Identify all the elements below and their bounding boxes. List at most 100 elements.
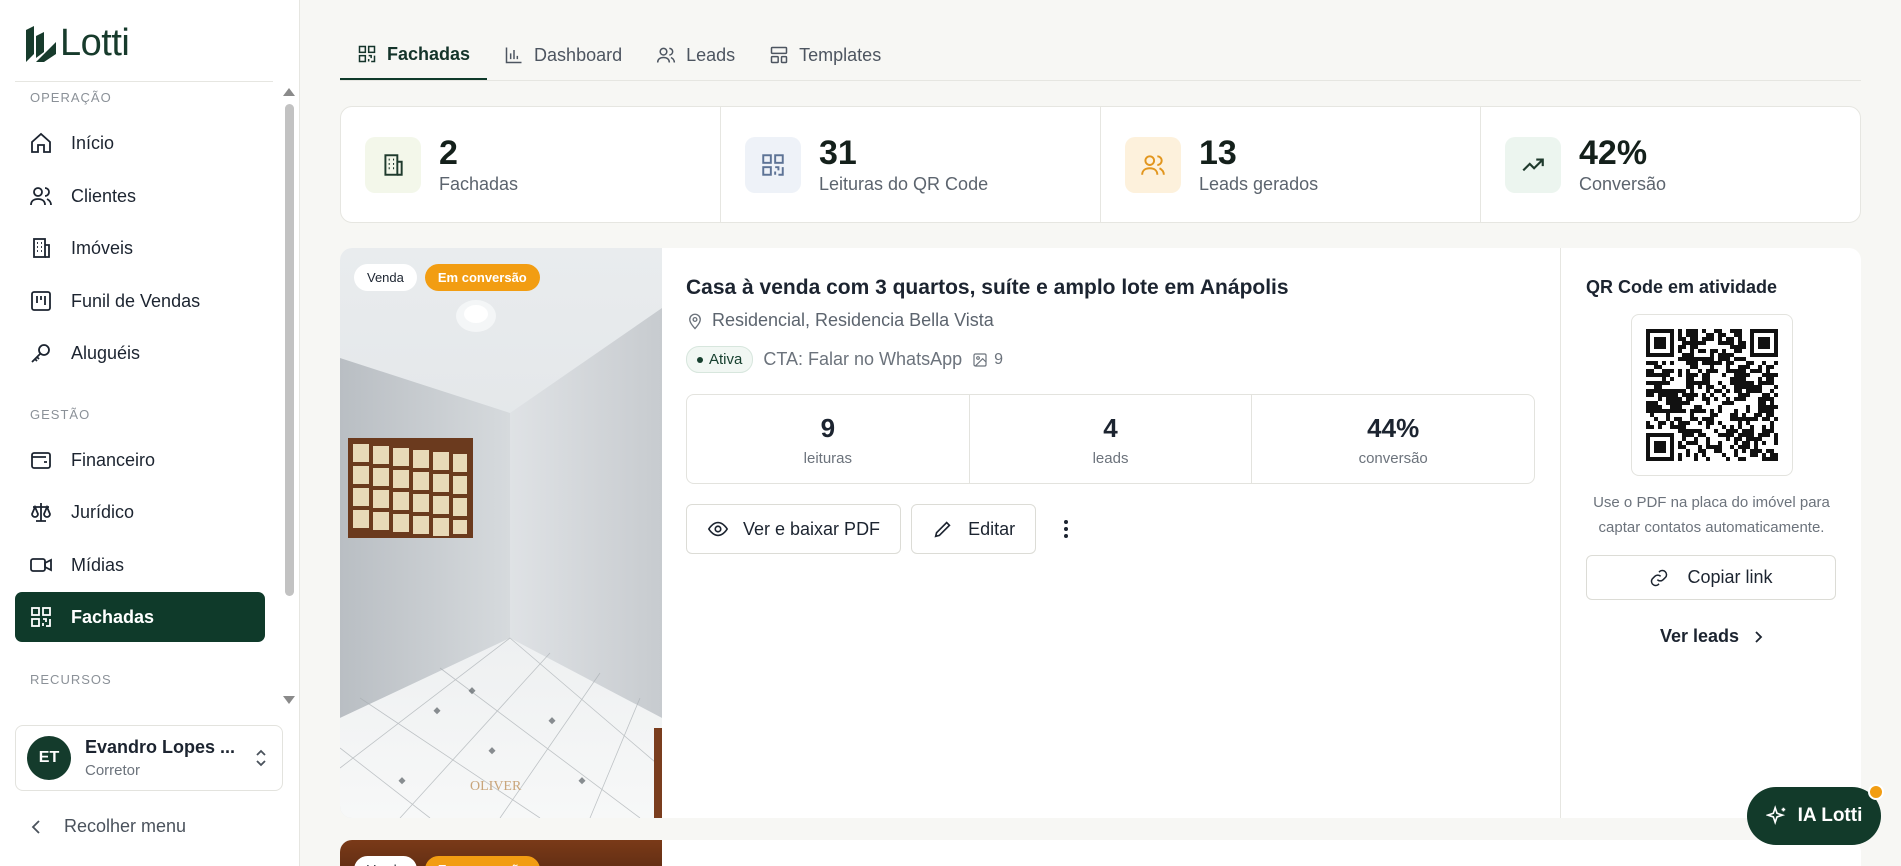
sidebar-item-alugueis[interactable]: Aluguéis xyxy=(15,328,265,378)
link-icon xyxy=(1651,569,1668,586)
tab-leads[interactable]: Leads xyxy=(639,30,752,80)
qr-icon xyxy=(31,607,51,627)
metric-label: leituras xyxy=(803,450,853,467)
badge-venda: Venda xyxy=(354,856,417,866)
property-photo[interactable]: OLIVER Venda Em conversão xyxy=(340,248,662,818)
sidebar-item-label: Aluguéis xyxy=(71,342,141,363)
user-menu[interactable]: ET Evandro Lopes ... Corretor xyxy=(15,725,283,791)
logo[interactable]: Lotti xyxy=(24,22,130,65)
logo-text: Lotti xyxy=(60,22,130,64)
listing-title[interactable]: Casa à venda com 3 quartos, suíte e ampl… xyxy=(686,276,1289,300)
collapse-menu-button[interactable]: Recolher menu xyxy=(30,816,186,837)
section-title-gestao: GESTÃO xyxy=(30,407,91,422)
tab-label: Templates xyxy=(799,44,882,65)
qr-help-text: Use o PDF na placa do imóvel para captar… xyxy=(1593,494,1830,536)
listing-actions: Ver e baixar PDF Editar xyxy=(686,504,1086,554)
stat-icon-box xyxy=(1125,136,1181,193)
avatar: ET xyxy=(27,736,71,780)
stats-bar: 2 Fachadas 31 Leituras do QR Code 13 Lea… xyxy=(340,106,1861,223)
tab-templates[interactable]: Templates xyxy=(752,30,898,80)
stat-label: Leituras do QR Code xyxy=(819,174,989,194)
listing-cta: CTA: Falar no WhatsApp xyxy=(763,349,963,369)
photo-watermark: OLIVER xyxy=(470,779,522,794)
metric-value: 44% xyxy=(1367,413,1420,443)
layout-icon xyxy=(770,46,788,64)
more-options-button[interactable] xyxy=(1046,504,1086,554)
see-leads-link[interactable]: Ver leads xyxy=(1561,626,1861,647)
sidebar-item-clientes[interactable]: Clientes xyxy=(15,171,265,221)
metric-conversao: 44% conversão xyxy=(1252,395,1534,483)
building-icon xyxy=(384,153,403,176)
stat-value: 31 xyxy=(819,134,857,172)
sidebar-item-label: Mídias xyxy=(71,554,125,575)
listing-location-text: Residencial, Residencia Bella Vista xyxy=(712,310,994,330)
property-photo-image: OLIVER xyxy=(340,248,662,818)
tab-label: Fachadas xyxy=(387,43,471,64)
tab-label: Dashboard xyxy=(534,44,623,65)
metric-label: conversão xyxy=(1358,450,1428,467)
sidebar-item-label: Financeiro xyxy=(71,449,156,470)
tab-dashboard[interactable]: Dashboard xyxy=(487,30,639,80)
scroll-down-arrow-icon[interactable] xyxy=(283,696,295,704)
sparkles-icon xyxy=(1765,805,1785,826)
logo-mark-icon xyxy=(26,25,56,62)
sidebar-item-financeiro[interactable]: Financeiro xyxy=(15,435,265,485)
pencil-icon xyxy=(934,521,951,538)
sidebar-item-inicio[interactable]: Início xyxy=(15,118,265,168)
scroll-thumb[interactable] xyxy=(285,104,294,596)
photo-count: 9 xyxy=(972,351,1003,369)
qr-title: QR Code em atividade xyxy=(1586,277,1778,297)
home-icon xyxy=(31,132,51,153)
sidebar-item-funil-de-vendas[interactable]: Funil de Vendas xyxy=(15,276,265,326)
view-pdf-label: Ver e baixar PDF xyxy=(743,518,881,539)
metric-leads: 4 leads xyxy=(970,395,1253,483)
facade-card: Venda Em conversão xyxy=(340,840,1861,866)
sidebar-item-midias[interactable]: Mídias xyxy=(15,540,265,590)
badge-venda: Venda xyxy=(354,264,417,291)
view-pdf-button[interactable]: Ver e baixar PDF xyxy=(686,504,902,554)
edit-button[interactable]: Editar xyxy=(911,504,1037,554)
sidebar-item-imoveis[interactable]: Imóveis xyxy=(15,223,265,273)
listing-badges: Venda Em conversão xyxy=(354,856,540,866)
qr-code-image xyxy=(1646,329,1778,461)
scroll-up-arrow-icon[interactable] xyxy=(283,88,295,96)
metric-value: 4 xyxy=(1103,413,1118,443)
sidebar-item-fachadas[interactable]: Fachadas xyxy=(15,592,265,642)
stat-value: 42% xyxy=(1579,134,1648,172)
stat-value: 2 xyxy=(439,134,458,172)
qr-code[interactable] xyxy=(1631,314,1793,476)
stat-value: 13 xyxy=(1199,134,1237,172)
qr-panel: QR Code em atividade Use o PDF na placa … xyxy=(1560,248,1861,818)
stat-icon-box xyxy=(365,136,421,193)
users-icon xyxy=(30,187,52,206)
qr-icon xyxy=(358,45,376,63)
sidebar-item-label: Fachadas xyxy=(71,606,155,627)
ia-assistant-button[interactable]: IA Lotti xyxy=(1747,787,1881,845)
stat-icon-box xyxy=(1505,136,1561,193)
ia-assistant-label: IA Lotti xyxy=(1797,805,1863,826)
notification-dot xyxy=(1868,784,1884,800)
sidebar-item-juridico[interactable]: Jurídico xyxy=(15,487,265,537)
sidebar-item-label: Clientes xyxy=(71,185,137,206)
chevron-left-icon xyxy=(31,819,40,834)
stat-fachadas: 2 Fachadas xyxy=(341,107,721,222)
divider xyxy=(340,80,1861,81)
trending-up-icon xyxy=(1522,158,1544,171)
property-photo[interactable]: Venda Em conversão xyxy=(340,840,662,866)
status-dot-icon xyxy=(697,356,703,363)
kanban-icon xyxy=(31,291,51,311)
more-vertical-icon xyxy=(1064,520,1069,538)
scale-icon xyxy=(31,503,51,522)
sidebar: Lotti OPERAÇÃO Início Clientes Imóveis F… xyxy=(0,0,300,866)
status-badge: Ativa xyxy=(686,346,754,373)
sidebar-scrollbar[interactable] xyxy=(282,84,295,704)
stat-leituras: 31 Leituras do QR Code xyxy=(721,107,1101,222)
qr-icon xyxy=(762,153,784,176)
stat-label: Leads gerados xyxy=(1199,174,1319,194)
tab-fachadas[interactable]: Fachadas xyxy=(340,30,488,80)
wallet-icon xyxy=(31,452,51,469)
page-tabs: Fachadas Dashboard Leads Templates xyxy=(340,30,898,80)
tab-label: Leads xyxy=(686,44,736,65)
copy-link-button[interactable]: Copiar link xyxy=(1586,555,1836,600)
copy-link-label: Copiar link xyxy=(1687,567,1773,587)
